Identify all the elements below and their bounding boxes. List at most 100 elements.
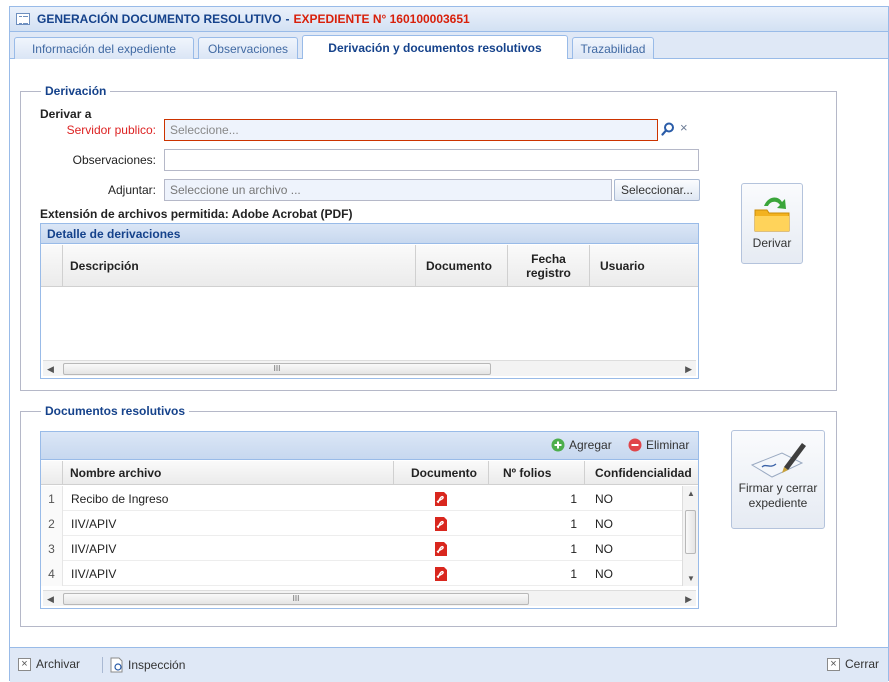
col-confidencialidad[interactable]: Confidencialidad xyxy=(585,461,698,484)
tab-content: Derivación Derivar a Servidor publico: S… xyxy=(10,59,888,647)
scroll-thumb[interactable]: III xyxy=(63,363,491,375)
tab-trazabilidad[interactable]: Trazabilidad xyxy=(572,37,654,59)
table-row[interactable]: 3 IIV/APIV 1 NO xyxy=(41,536,684,561)
extension-note: Extensión de archivos permitida: Adobe A… xyxy=(40,207,353,221)
col-folios[interactable]: Nº folios xyxy=(489,461,585,484)
row-number: 4 xyxy=(41,561,63,586)
cerrar-button[interactable]: × Cerrar xyxy=(827,657,879,671)
clear-icon[interactable]: × xyxy=(680,120,688,135)
adjuntar-label: Adjuntar: xyxy=(107,183,156,197)
row-number: 3 xyxy=(41,536,63,561)
nombre-archivo-cell: IIV/APIV xyxy=(71,566,117,581)
remove-icon xyxy=(628,438,642,452)
nombre-archivo-cell: Recibo de Ingreso xyxy=(71,491,169,506)
pdf-icon[interactable] xyxy=(434,486,454,511)
folios-cell: 1 xyxy=(570,541,577,556)
scroll-right-icon[interactable]: ▶ xyxy=(685,364,692,375)
tab-derivacion-documentos[interactable]: Derivación y documentos resolutivos xyxy=(302,35,568,60)
servidor-publico-combo[interactable]: Seleccione... xyxy=(164,119,658,141)
adjuntar-file-field[interactable]: Seleccione un archivo ... xyxy=(164,179,612,201)
scroll-right-icon[interactable]: ▶ xyxy=(685,594,692,605)
col-documento[interactable]: Documento xyxy=(394,461,489,484)
horizontal-scrollbar[interactable]: ◀ III ▶ xyxy=(43,360,696,376)
folios-cell: 1 xyxy=(570,566,577,581)
firmar-label: Firmar y cerrar expediente xyxy=(738,481,818,510)
documentos-resolutivos-grid: Agregar Eliminar Nombre archivo Document… xyxy=(40,431,699,609)
grid-header: Nombre archivo Documento Nº folios Confi… xyxy=(41,461,698,485)
table-row[interactable]: 4 IIV/APIV 1 NO xyxy=(41,561,684,586)
close-icon: × xyxy=(18,657,31,671)
window-footer: × Archivar Inspección × Cerrar xyxy=(10,647,888,682)
scroll-left-icon[interactable]: ◀ xyxy=(47,364,54,375)
pdf-icon[interactable] xyxy=(434,561,454,586)
col-nombre-archivo[interactable]: Nombre archivo xyxy=(63,461,394,484)
table-row[interactable]: 2 IIV/APIV 1 NO xyxy=(41,511,684,536)
firmar-cerrar-button[interactable]: Firmar y cerrar expediente xyxy=(731,430,825,529)
observaciones-field[interactable] xyxy=(164,149,699,171)
confidencialidad-cell: NO xyxy=(595,541,613,556)
archivar-label: Archivar xyxy=(36,657,81,671)
col-usuario[interactable]: Usuario xyxy=(590,245,698,286)
derivar-a-label: Derivar a xyxy=(40,107,92,121)
confidencialidad-cell: NO xyxy=(595,566,613,581)
archivar-button[interactable]: × Archivar xyxy=(18,657,80,671)
folios-cell: 1 xyxy=(570,491,577,506)
table-row[interactable]: 1 Recibo de Ingreso 1 NO xyxy=(41,486,684,511)
document-search-icon xyxy=(110,657,123,673)
folios-cell: 1 xyxy=(570,516,577,531)
tab-strip: Información del expediente Observaciones… xyxy=(10,33,888,60)
sign-document-icon xyxy=(750,443,806,478)
grid-header: Descripción Documento Fecha registro Usu… xyxy=(41,245,698,287)
scroll-thumb[interactable]: III xyxy=(63,593,529,605)
derivacion-legend: Derivación xyxy=(45,84,107,98)
observaciones-label: Observaciones: xyxy=(72,153,156,167)
scroll-up-icon[interactable]: ▲ xyxy=(687,489,695,498)
confidencialidad-cell: NO xyxy=(595,491,613,506)
detalle-derivaciones-grid: Detalle de derivaciones Descripción Docu… xyxy=(40,223,699,379)
derivar-button[interactable]: Derivar xyxy=(741,183,803,264)
confidencialidad-cell: NO xyxy=(595,516,613,531)
grid-toolbar: Agregar Eliminar xyxy=(41,432,698,460)
window-titlebar: GENERACIÓN DOCUMENTO RESOLUTIVO - EXPEDI… xyxy=(10,7,888,32)
eliminar-label: Eliminar xyxy=(646,438,690,452)
footer-divider xyxy=(102,657,103,673)
nombre-archivo-cell: IIV/APIV xyxy=(71,516,117,531)
scroll-down-icon[interactable]: ▼ xyxy=(687,574,695,583)
horizontal-scrollbar[interactable]: ◀ III ▶ xyxy=(43,590,696,606)
agregar-button[interactable]: Agregar xyxy=(551,438,612,452)
pdf-icon[interactable] xyxy=(434,511,454,536)
row-number: 1 xyxy=(41,486,63,511)
tab-observaciones[interactable]: Observaciones xyxy=(198,37,298,59)
eliminar-button[interactable]: Eliminar xyxy=(628,438,689,452)
tab-informacion-expediente[interactable]: Información del expediente xyxy=(14,37,194,59)
cerrar-label: Cerrar xyxy=(845,657,880,671)
grid-title: Detalle de derivaciones xyxy=(41,224,698,244)
vertical-scrollbar[interactable]: ▲ ▼ xyxy=(682,486,698,586)
resolutivos-legend: Documentos resolutivos xyxy=(45,404,186,418)
nombre-archivo-cell: IIV/APIV xyxy=(71,541,117,556)
expediente-number: EXPEDIENTE N° 160100003651 xyxy=(293,12,470,26)
scroll-left-icon[interactable]: ◀ xyxy=(47,594,54,605)
title-separator: - xyxy=(285,12,290,26)
document-window: GENERACIÓN DOCUMENTO RESOLUTIVO - EXPEDI… xyxy=(9,6,889,682)
row-number-header xyxy=(41,245,63,286)
seleccionar-button[interactable]: Seleccionar... xyxy=(614,179,700,201)
inspeccion-label: Inspección xyxy=(128,658,186,672)
search-icon[interactable] xyxy=(661,122,675,136)
close-icon: × xyxy=(827,657,840,671)
pdf-icon[interactable] xyxy=(434,536,454,561)
col-documento[interactable]: Documento xyxy=(416,245,508,286)
derivar-label: Derivar xyxy=(752,236,792,250)
scroll-thumb[interactable] xyxy=(685,510,696,554)
col-fecha-registro[interactable]: Fecha registro xyxy=(508,245,590,286)
inspeccion-button[interactable]: Inspección xyxy=(110,657,185,673)
agregar-label: Agregar xyxy=(569,438,612,452)
servidor-publico-label: Servidor publico: xyxy=(66,123,156,137)
col-descripcion[interactable]: Descripción xyxy=(63,245,416,286)
row-number-header xyxy=(41,461,63,484)
add-icon xyxy=(551,438,565,452)
window-title: GENERACIÓN DOCUMENTO RESOLUTIVO xyxy=(37,12,282,26)
folder-arrow-icon xyxy=(754,197,790,232)
row-number: 2 xyxy=(41,511,63,536)
window-icon xyxy=(16,13,30,25)
